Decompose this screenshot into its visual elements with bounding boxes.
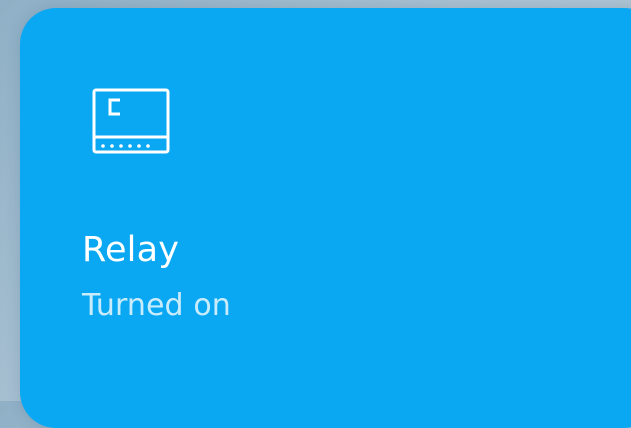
device-status: Turned on bbox=[82, 288, 231, 323]
relay-tile[interactable]: Relay Turned on bbox=[20, 8, 631, 428]
relay-icon bbox=[90, 86, 172, 160]
device-name: Relay bbox=[82, 230, 180, 270]
